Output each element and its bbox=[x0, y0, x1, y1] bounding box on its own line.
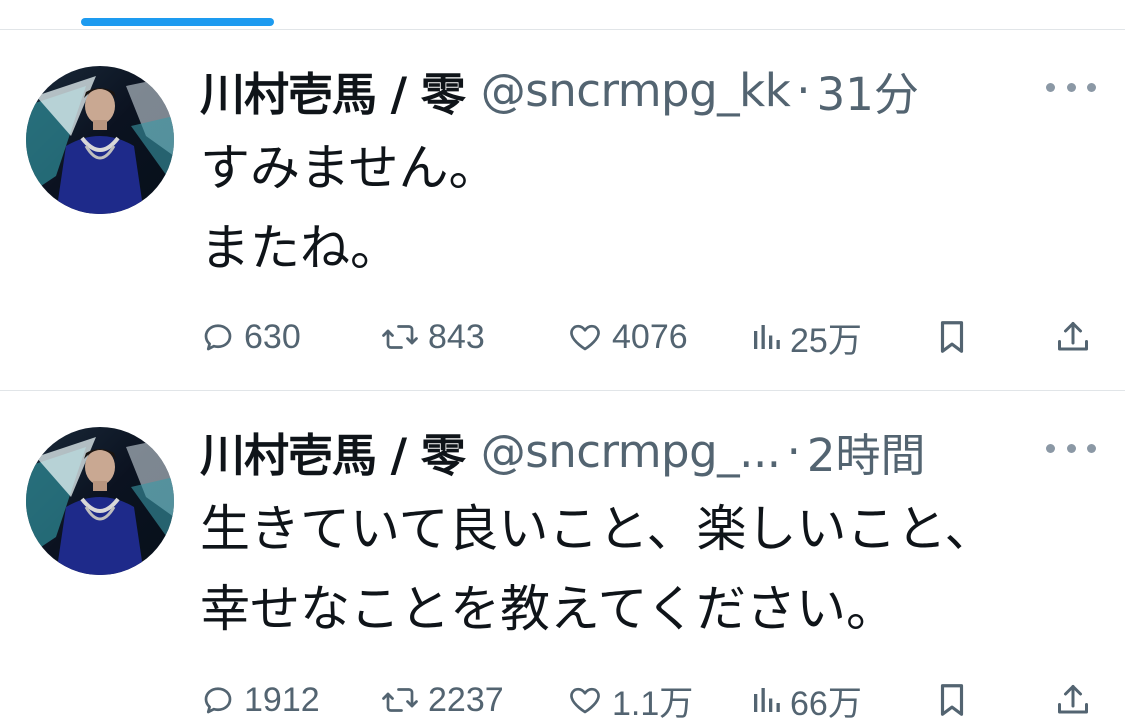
more-icon[interactable] bbox=[1046, 72, 1096, 102]
author-name[interactable]: 川村壱馬 / 零 bbox=[200, 60, 466, 121]
reply-count: 630 bbox=[244, 317, 301, 356]
retweet-count: 2237 bbox=[428, 680, 504, 719]
view-count: 25万 bbox=[790, 321, 862, 360]
tweet-text-line: またね。 bbox=[200, 219, 400, 277]
author-handle[interactable]: @sncrmpg_... bbox=[481, 425, 781, 478]
reply-button[interactable]: 630 bbox=[200, 312, 301, 362]
views-button[interactable]: 66万 bbox=[750, 675, 862, 725]
bookmark-button[interactable] bbox=[935, 312, 969, 362]
view-count: 66万 bbox=[790, 684, 862, 723]
author-name[interactable]: 川村壱馬 / 零 bbox=[200, 421, 466, 482]
heart-icon bbox=[570, 324, 600, 351]
tweet-text-line: すみません。 bbox=[200, 139, 499, 197]
like-button[interactable]: 4076 bbox=[566, 312, 688, 362]
share-icon bbox=[1058, 322, 1088, 351]
timestamp[interactable]: 2時間 bbox=[807, 421, 926, 482]
like-count: 4076 bbox=[612, 317, 688, 356]
author-handle[interactable]: @sncrmpg_kk bbox=[481, 64, 791, 117]
like-button[interactable]: 1.1万 bbox=[566, 675, 693, 725]
avatar[interactable] bbox=[26, 427, 174, 575]
active-tab-indicator bbox=[81, 18, 274, 26]
separator-dot: · bbox=[786, 424, 801, 478]
retweet-button[interactable]: 843 bbox=[380, 312, 485, 362]
views-icon bbox=[754, 325, 780, 349]
tweet-header: 川村壱馬 / 零 @sncrmpg_kk · 31分 bbox=[200, 60, 1020, 121]
bookmark-icon bbox=[940, 684, 964, 716]
share-button[interactable] bbox=[1055, 312, 1091, 362]
bookmark-icon bbox=[940, 321, 964, 353]
reply-button[interactable]: 1912 bbox=[200, 675, 320, 725]
separator-dot: · bbox=[796, 63, 811, 117]
tweet-header: 川村壱馬 / 零 @sncrmpg_... · 2時間 bbox=[200, 421, 1020, 482]
tweet-text: すみません。 またね。 bbox=[200, 128, 1100, 288]
action-bar: 1912 2237 1.1万 66万 bbox=[200, 675, 1100, 725]
timestamp[interactable]: 31分 bbox=[817, 60, 919, 121]
bookmark-button[interactable] bbox=[935, 675, 969, 725]
tweet-text: 生きていて良いこと、楽しいこと、 幸せなことを教えてください。 bbox=[200, 489, 1100, 649]
retweet-count: 843 bbox=[428, 317, 485, 356]
tweet-text-line: 生きていて良いこと、楽しいこと、 bbox=[200, 500, 995, 558]
tweet-text-line: 幸せなことを教えてください。 bbox=[200, 580, 896, 638]
views-button[interactable]: 25万 bbox=[750, 312, 862, 362]
tweet[interactable]: 川村壱馬 / 零 @sncrmpg_kk · 31分 すみません。 またね。 6… bbox=[0, 30, 1125, 390]
retweet-button[interactable]: 2237 bbox=[380, 675, 504, 725]
avatar[interactable] bbox=[26, 66, 174, 214]
retweet-icon bbox=[382, 325, 418, 349]
share-icon bbox=[1058, 685, 1088, 714]
reply-icon bbox=[204, 324, 232, 351]
share-button[interactable] bbox=[1055, 675, 1091, 725]
action-bar: 630 843 4076 25万 bbox=[200, 312, 1100, 362]
more-icon[interactable] bbox=[1046, 433, 1096, 463]
like-count: 1.1万 bbox=[612, 684, 694, 723]
tweet[interactable]: 川村壱馬 / 零 @sncrmpg_... · 2時間 生きていて良いこと、楽し… bbox=[0, 391, 1125, 723]
reply-count: 1912 bbox=[244, 680, 320, 719]
